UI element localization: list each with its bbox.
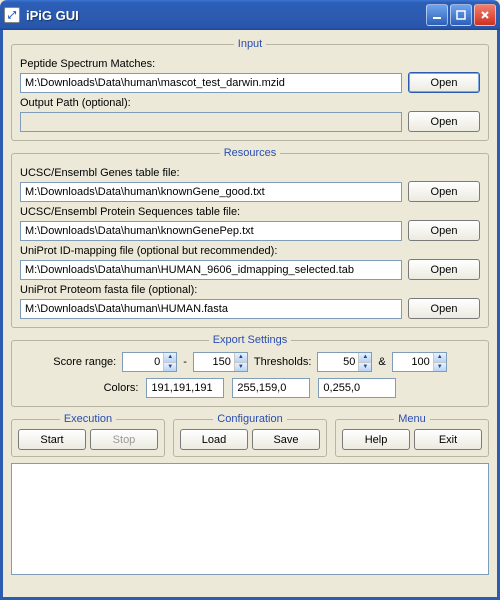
close-button[interactable] (474, 4, 496, 26)
resources-group: Resources UCSC/Ensembl Genes table file:… (11, 147, 489, 328)
client-area: Input Peptide Spectrum Matches: Open Out… (0, 30, 500, 600)
minimize-button[interactable] (426, 4, 448, 26)
stop-button: Stop (90, 429, 158, 450)
menu-legend: Menu (394, 413, 430, 425)
output-open-button[interactable]: Open (408, 111, 480, 132)
amp-label: & (378, 356, 385, 368)
idmap-input[interactable] (20, 260, 402, 280)
protseq-open-button[interactable]: Open (408, 220, 480, 241)
export-group: Export Settings Score range: ▲▼ - ▲▼ Thr… (11, 334, 489, 407)
output-input[interactable] (20, 112, 402, 132)
score-min-input[interactable] (123, 353, 163, 371)
threshold1-input[interactable] (318, 353, 358, 371)
colors-label: Colors: (104, 382, 139, 394)
psm-label: Peptide Spectrum Matches: (20, 58, 480, 70)
score-max-spinner[interactable]: ▲▼ (193, 352, 248, 372)
protseq-input[interactable] (20, 221, 402, 241)
configuration-legend: Configuration (213, 413, 286, 425)
start-button[interactable]: Start (18, 429, 86, 450)
threshold2-spinner[interactable]: ▲▼ (392, 352, 447, 372)
spin-down-icon[interactable]: ▼ (164, 362, 176, 372)
psm-open-button[interactable]: Open (408, 72, 480, 93)
idmap-label: UniProt ID-mapping file (optional but re… (20, 245, 480, 257)
spin-down-icon[interactable]: ▼ (235, 362, 247, 372)
spin-down-icon[interactable]: ▼ (434, 362, 446, 372)
color2-input[interactable] (232, 378, 310, 398)
titlebar: ⤢ iPiG GUI (0, 0, 500, 30)
log-textarea[interactable] (11, 463, 489, 575)
thresholds-label: Thresholds: (254, 356, 311, 368)
idmap-open-button[interactable]: Open (408, 259, 480, 280)
window-title: iPiG GUI (26, 8, 79, 23)
score-max-input[interactable] (194, 353, 234, 371)
help-button[interactable]: Help (342, 429, 410, 450)
execution-legend: Execution (60, 413, 116, 425)
spin-down-icon[interactable]: ▼ (359, 362, 371, 372)
spin-up-icon[interactable]: ▲ (164, 353, 176, 362)
input-legend: Input (234, 38, 266, 50)
genes-input[interactable] (20, 182, 402, 202)
load-button[interactable]: Load (180, 429, 248, 450)
menu-group: Menu Help Exit (335, 413, 489, 457)
maximize-button[interactable] (450, 4, 472, 26)
color3-input[interactable] (318, 378, 396, 398)
dash-label: - (183, 356, 187, 368)
spin-up-icon[interactable]: ▲ (235, 353, 247, 362)
input-group: Input Peptide Spectrum Matches: Open Out… (11, 38, 489, 141)
output-label: Output Path (optional): (20, 97, 480, 109)
protseq-label: UCSC/Ensembl Protein Sequences table fil… (20, 206, 480, 218)
export-legend: Export Settings (209, 334, 292, 346)
score-min-spinner[interactable]: ▲▼ (122, 352, 177, 372)
spin-up-icon[interactable]: ▲ (434, 353, 446, 362)
threshold1-spinner[interactable]: ▲▼ (317, 352, 372, 372)
genes-label: UCSC/Ensembl Genes table file: (20, 167, 480, 179)
save-button[interactable]: Save (252, 429, 320, 450)
spin-up-icon[interactable]: ▲ (359, 353, 371, 362)
color1-input[interactable] (146, 378, 224, 398)
exit-button[interactable]: Exit (414, 429, 482, 450)
proteom-label: UniProt Proteom fasta file (optional): (20, 284, 480, 296)
psm-input[interactable] (20, 73, 402, 93)
execution-group: Execution Start Stop (11, 413, 165, 457)
threshold2-input[interactable] (393, 353, 433, 371)
genes-open-button[interactable]: Open (408, 181, 480, 202)
app-icon: ⤢ (4, 7, 20, 23)
configuration-group: Configuration Load Save (173, 413, 327, 457)
proteom-open-button[interactable]: Open (408, 298, 480, 319)
score-range-label: Score range: (53, 356, 116, 368)
resources-legend: Resources (220, 147, 281, 159)
proteom-input[interactable] (20, 299, 402, 319)
